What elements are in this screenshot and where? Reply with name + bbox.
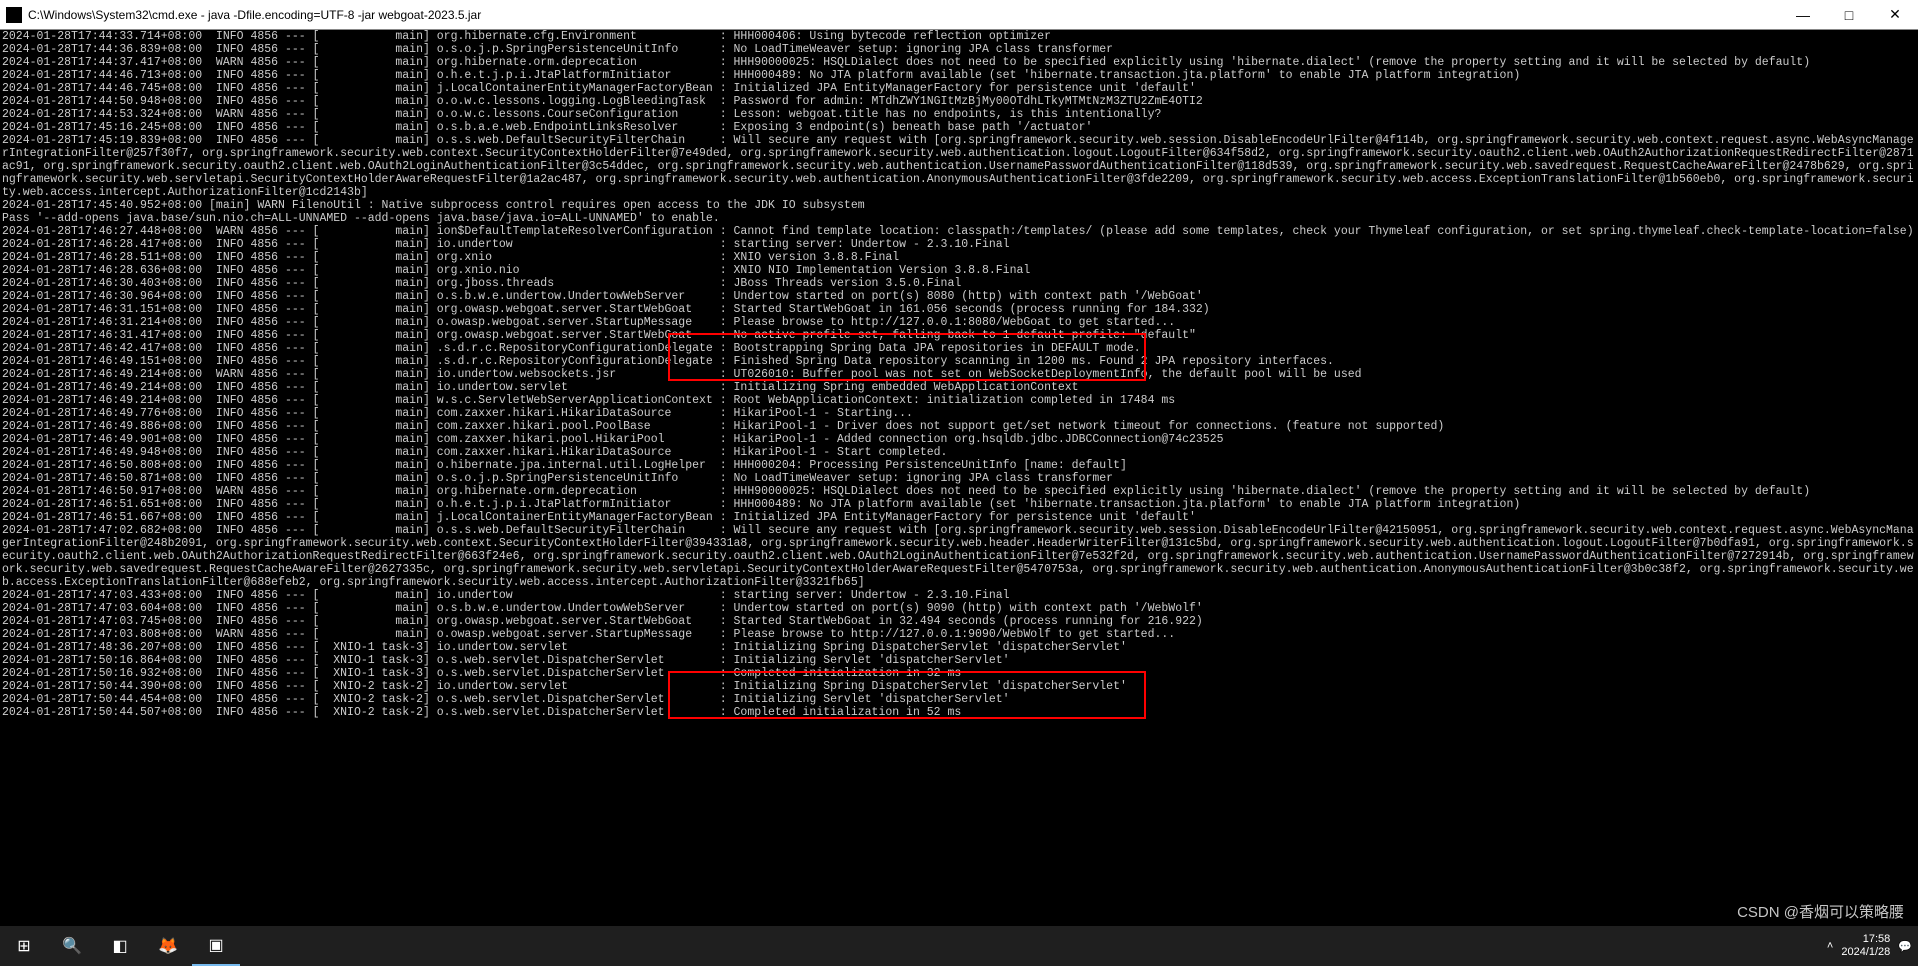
tray-chevron-up-icon[interactable]: ˄ xyxy=(1827,940,1833,952)
log-line: 2024-01-28T17:46:30.964+08:00 INFO 4856 … xyxy=(2,290,1916,303)
log-line: 2024-01-28T17:46:51.667+08:00 INFO 4856 … xyxy=(2,511,1916,524)
log-line: 2024-01-28T17:45:19.839+08:00 INFO 4856 … xyxy=(2,134,1916,199)
log-line: 2024-01-28T17:46:28.511+08:00 INFO 4856 … xyxy=(2,251,1916,264)
taskview-icon[interactable]: ◧ xyxy=(96,926,144,966)
clock-time: 17:58 xyxy=(1841,933,1890,946)
watermark-text: CSDN @香烟可以策略腰 xyxy=(1737,901,1904,922)
log-line: 2024-01-28T17:50:44.507+08:00 INFO 4856 … xyxy=(2,706,1916,719)
log-line: 2024-01-28T17:46:42.417+08:00 INFO 4856 … xyxy=(2,342,1916,355)
log-line: 2024-01-28T17:46:27.448+08:00 WARN 4856 … xyxy=(2,225,1916,238)
close-button[interactable]: ✕ xyxy=(1872,0,1918,29)
log-line: 2024-01-28T17:46:28.636+08:00 INFO 4856 … xyxy=(2,264,1916,277)
log-line: 2024-01-28T17:46:50.871+08:00 INFO 4856 … xyxy=(2,472,1916,485)
terminal-taskbar-icon[interactable]: ▣ xyxy=(192,926,240,966)
log-line: 2024-01-28T17:46:49.886+08:00 INFO 4856 … xyxy=(2,420,1916,433)
log-line: 2024-01-28T17:46:50.808+08:00 INFO 4856 … xyxy=(2,459,1916,472)
log-line: 2024-01-28T17:47:03.808+08:00 WARN 4856 … xyxy=(2,628,1916,641)
clock-date: 2024/1/28 xyxy=(1841,946,1890,959)
start-button[interactable]: ⊞ xyxy=(0,926,48,966)
maximize-button[interactable]: □ xyxy=(1826,0,1872,29)
log-line: 2024-01-28T17:46:49.901+08:00 INFO 4856 … xyxy=(2,433,1916,446)
log-line: 2024-01-28T17:44:46.745+08:00 INFO 4856 … xyxy=(2,82,1916,95)
window-titlebar: C:\Windows\System32\cmd.exe - java -Dfil… xyxy=(0,0,1918,30)
log-line: 2024-01-28T17:46:49.151+08:00 INFO 4856 … xyxy=(2,355,1916,368)
log-line: 2024-01-28T17:46:49.948+08:00 INFO 4856 … xyxy=(2,446,1916,459)
log-line: 2024-01-28T17:44:36.839+08:00 INFO 4856 … xyxy=(2,43,1916,56)
log-line: 2024-01-28T17:47:02.682+08:00 INFO 4856 … xyxy=(2,524,1916,589)
log-line: 2024-01-28T17:44:33.714+08:00 INFO 4856 … xyxy=(2,30,1916,43)
log-line: 2024-01-28T17:47:03.745+08:00 INFO 4856 … xyxy=(2,615,1916,628)
log-line: 2024-01-28T17:46:30.403+08:00 INFO 4856 … xyxy=(2,277,1916,290)
minimize-button[interactable]: — xyxy=(1780,0,1826,29)
log-line: 2024-01-28T17:46:50.917+08:00 WARN 4856 … xyxy=(2,485,1916,498)
log-line: 2024-01-28T17:47:03.604+08:00 INFO 4856 … xyxy=(2,602,1916,615)
log-line: 2024-01-28T17:46:49.214+08:00 INFO 4856 … xyxy=(2,381,1916,394)
log-line: 2024-01-28T17:44:50.948+08:00 INFO 4856 … xyxy=(2,95,1916,108)
clock[interactable]: 17:58 2024/1/28 xyxy=(1841,933,1890,959)
log-line: 2024-01-28T17:46:49.776+08:00 INFO 4856 … xyxy=(2,407,1916,420)
log-line: 2024-01-28T17:44:53.324+08:00 WARN 4856 … xyxy=(2,108,1916,121)
firefox-icon[interactable]: 🦊 xyxy=(144,926,192,966)
log-line: 2024-01-28T17:46:31.214+08:00 INFO 4856 … xyxy=(2,316,1916,329)
log-line: 2024-01-28T17:46:49.214+08:00 WARN 4856 … xyxy=(2,368,1916,381)
log-line: 2024-01-28T17:46:28.417+08:00 INFO 4856 … xyxy=(2,238,1916,251)
log-line: 2024-01-28T17:45:16.245+08:00 INFO 4856 … xyxy=(2,121,1916,134)
log-line: 2024-01-28T17:46:31.151+08:00 INFO 4856 … xyxy=(2,303,1916,316)
log-line: 2024-01-28T17:46:51.651+08:00 INFO 4856 … xyxy=(2,498,1916,511)
log-line: 2024-01-28T17:50:16.932+08:00 INFO 4856 … xyxy=(2,667,1916,680)
window-title: C:\Windows\System32\cmd.exe - java -Dfil… xyxy=(28,8,1780,22)
log-line: 2024-01-28T17:46:31.417+08:00 INFO 4856 … xyxy=(2,329,1916,342)
log-line: 2024-01-28T17:50:44.454+08:00 INFO 4856 … xyxy=(2,693,1916,706)
notification-icon[interactable]: 💬 xyxy=(1898,940,1912,953)
search-icon[interactable]: 🔍 xyxy=(48,926,96,966)
log-line: 2024-01-28T17:45:40.952+08:00 [main] WAR… xyxy=(2,199,1916,212)
log-line: 2024-01-28T17:50:16.864+08:00 INFO 4856 … xyxy=(2,654,1916,667)
log-line: 2024-01-28T17:46:49.214+08:00 INFO 4856 … xyxy=(2,394,1916,407)
log-line: Pass '--add-opens java.base/sun.nio.ch=A… xyxy=(2,212,1916,225)
log-line: 2024-01-28T17:50:44.390+08:00 INFO 4856 … xyxy=(2,680,1916,693)
log-line: 2024-01-28T17:48:36.207+08:00 INFO 4856 … xyxy=(2,641,1916,654)
log-line: 2024-01-28T17:47:03.433+08:00 INFO 4856 … xyxy=(2,589,1916,602)
window-controls: — □ ✕ xyxy=(1780,0,1918,29)
log-line: 2024-01-28T17:44:37.417+08:00 WARN 4856 … xyxy=(2,56,1916,69)
system-tray: ˄ 17:58 2024/1/28 💬 xyxy=(1827,933,1918,959)
log-line: 2024-01-28T17:44:46.713+08:00 INFO 4856 … xyxy=(2,69,1916,82)
cmd-icon xyxy=(6,7,22,23)
taskbar: ⊞ 🔍 ◧ 🦊 ▣ ˄ 17:58 2024/1/28 💬 xyxy=(0,926,1918,966)
terminal-output[interactable]: 2024-01-28T17:44:33.714+08:00 INFO 4856 … xyxy=(0,30,1918,750)
